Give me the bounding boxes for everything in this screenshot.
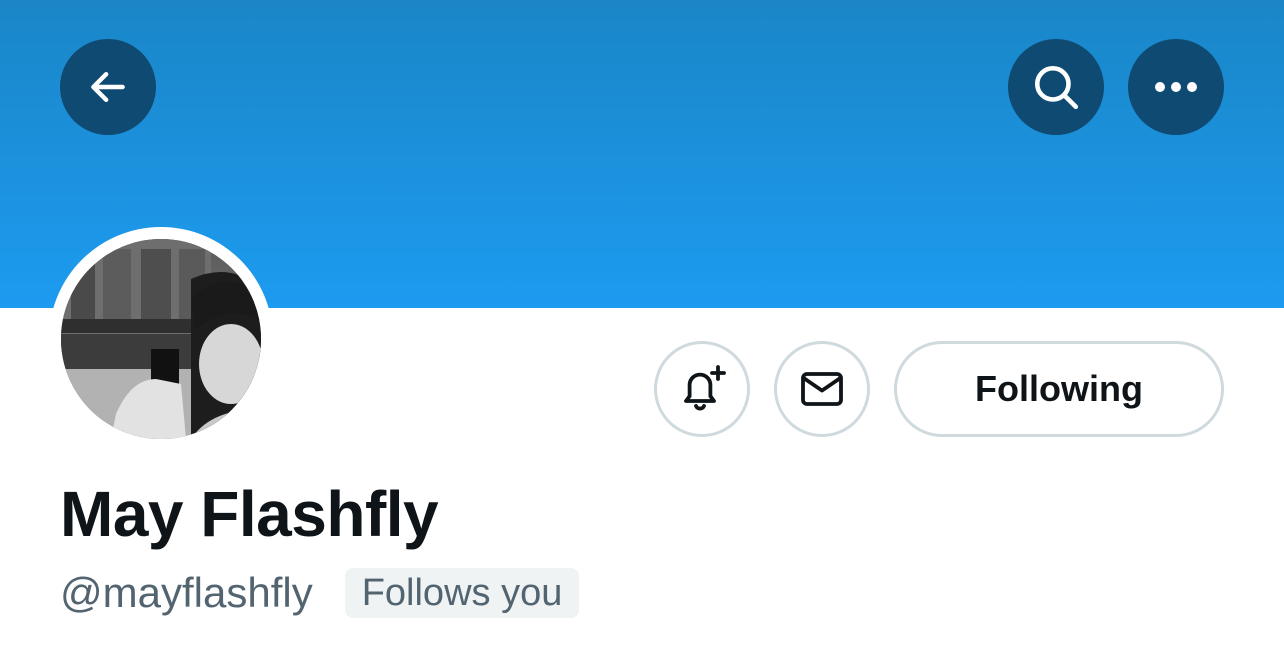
profile-page: Following May Flashfly @mayflashfly Foll…	[0, 0, 1284, 672]
avatar[interactable]	[61, 239, 261, 439]
profile-handle-row: @mayflashfly Follows you	[60, 566, 580, 620]
bell-plus-icon	[684, 365, 726, 411]
following-button[interactable]: Following	[894, 341, 1224, 437]
envelope-icon	[801, 372, 843, 406]
message-button[interactable]	[774, 341, 870, 437]
more-dots-icon	[1155, 82, 1197, 92]
profile-handle: @mayflashfly	[60, 569, 313, 616]
back-button[interactable]	[60, 39, 156, 135]
search-button[interactable]	[1008, 39, 1104, 135]
notifications-button[interactable]	[654, 341, 750, 437]
more-options-button[interactable]	[1128, 39, 1224, 135]
arrow-left-icon	[91, 71, 125, 103]
follows-you-badge: Follows you	[344, 568, 580, 618]
following-label: Following	[975, 368, 1143, 409]
profile-display-name: May Flashfly	[60, 478, 439, 550]
search-icon	[1034, 65, 1079, 110]
profile-photo	[61, 239, 261, 439]
